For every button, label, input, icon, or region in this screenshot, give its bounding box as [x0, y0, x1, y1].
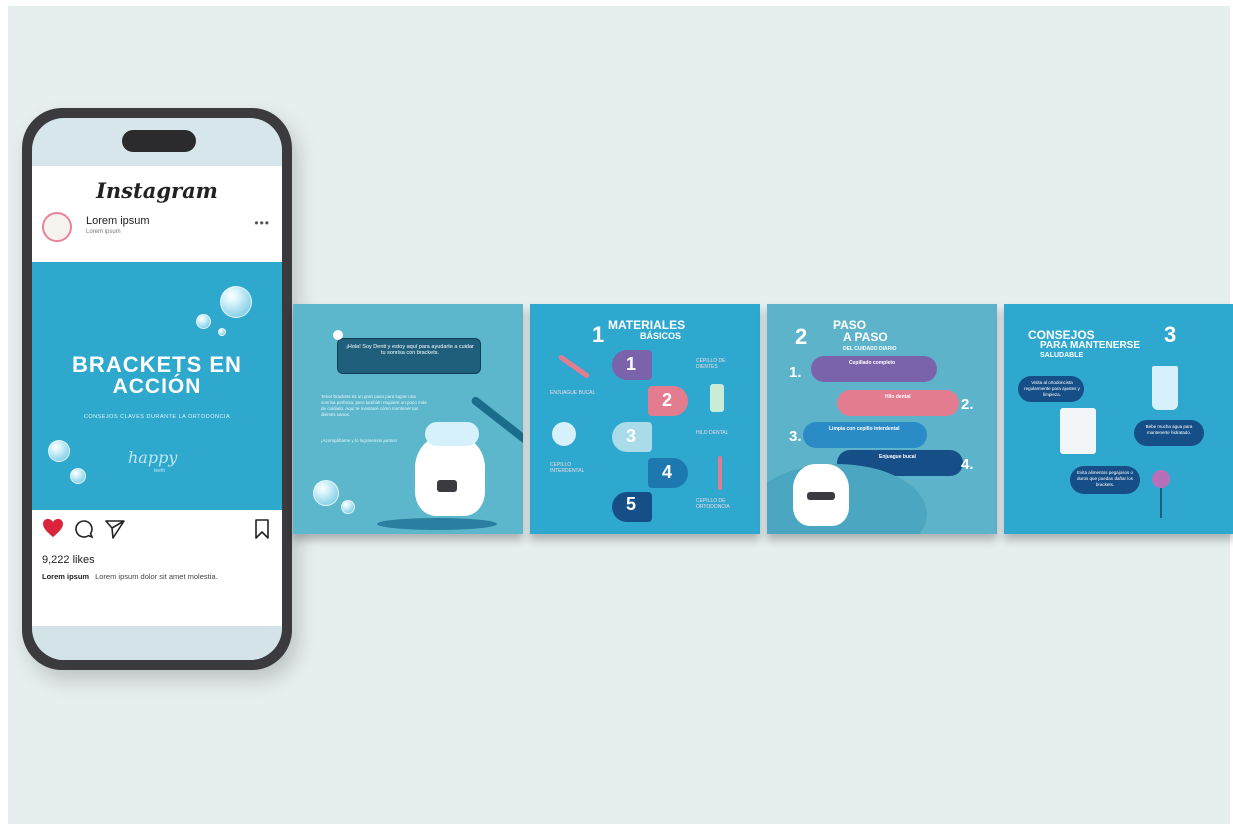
bubble-decoration — [48, 440, 70, 462]
step-title: Cepillado completo — [849, 360, 896, 366]
step-title: Enjuague bucal — [879, 454, 916, 460]
step-number: 5 — [626, 494, 637, 514]
step-title: Hilo dental — [885, 394, 911, 400]
carousel-slide-4[interactable]: CONSEJOS PARA MANTENERSE SALUDABLE 3 Vis… — [1004, 304, 1233, 534]
tip-text: Visita al ortodoncista regularmente para… — [1024, 380, 1080, 397]
tip-text: Evita alimentos pegajosos o duros que pu… — [1076, 470, 1134, 487]
step-number: 4. — [961, 456, 974, 473]
step-number: 3 — [626, 426, 637, 446]
caption-user[interactable]: Lorem ipsum — [42, 572, 89, 581]
post-title: BRACKETS EN ACCIÓN — [32, 354, 282, 398]
phone-mockup: Instagram Lorem ipsum Lorem ipsum ••• BR… — [22, 108, 292, 670]
brackets-icon — [437, 480, 457, 492]
post-subtitle: CONSEJOS CLAVES DURANTE LA ORTODONCIA — [83, 414, 231, 420]
post-header: Lorem ipsum Lorem ipsum ••• — [42, 212, 272, 246]
instagram-logo: Instagram — [96, 178, 218, 203]
section-number: 1 — [592, 322, 605, 347]
brand-logo: happy — [128, 448, 178, 467]
mini-tooth-icon — [333, 330, 343, 340]
clipboard-icon — [1060, 408, 1096, 454]
slide-subtitle: BÁSICOS — [640, 331, 682, 341]
phone-notch — [122, 130, 196, 152]
material-label: ENJUAGUE BUCAL — [550, 390, 596, 396]
material-label: HILO DENTAL — [696, 430, 729, 436]
send-icon[interactable] — [104, 519, 126, 539]
step-number: 3. — [789, 428, 802, 445]
post-image[interactable]: BRACKETS EN ACCIÓN CONSEJOS CLAVES DURAN… — [32, 262, 282, 510]
section-number: 2 — [795, 324, 808, 349]
speech-text: ¡Hola! Soy Denti y estoy aquí para ayuda… — [346, 344, 474, 356]
carousel-slide-1[interactable]: ¡Hola! Soy Denti y estoy aquí para ayuda… — [293, 304, 523, 534]
phone-bottom-area — [32, 626, 282, 660]
interdental-brush-icon — [718, 456, 722, 490]
slide-title: PARA MANTENERSE — [1040, 340, 1141, 351]
heart-icon[interactable] — [42, 518, 64, 538]
brackets-icon — [807, 492, 835, 500]
intro-footer: ¡Acompáñame y lo lograremos juntos! — [321, 438, 397, 443]
slide-title: MATERIALES — [608, 318, 686, 332]
bubble-decoration — [70, 468, 86, 484]
caption-text: Lorem ipsum dolor sit amet molestia. — [95, 572, 218, 581]
lollipop-stick — [1160, 488, 1162, 518]
slide-title: A PASO — [843, 330, 888, 344]
slide-subtitle: SALUDABLE — [1040, 352, 1084, 359]
carousel-slide-2[interactable]: 1 MATERIALES BÁSICOS 1 2 3 4 5 CEPILLO D… — [530, 304, 760, 534]
carousel-slide-3[interactable]: 2 PASO A PASO DEL CUIDADO DIARIO Cepilla… — [767, 304, 997, 534]
bubble-decoration — [218, 328, 226, 336]
profile-name[interactable]: Lorem ipsum — [86, 215, 150, 227]
water-glass-icon — [1152, 366, 1178, 410]
material-label: CEPILLO DE DIENTES — [696, 358, 726, 370]
material-label: CEPILLO INTERDENTAL — [550, 462, 585, 474]
slide-subtitle: DEL CUIDADO DIARIO — [843, 346, 897, 352]
phone-screen: Instagram Lorem ipsum Lorem ipsum ••• BR… — [32, 118, 282, 660]
floor-shadow — [377, 518, 497, 530]
step-number: 1 — [626, 354, 637, 374]
tooth-character — [415, 436, 485, 516]
floss-icon — [552, 422, 576, 446]
bubble-decoration — [196, 314, 211, 329]
tip-text: Bebe mucha agua para mantenerte hidratad… — [1145, 424, 1193, 435]
bubble-decoration — [341, 500, 355, 514]
comment-icon[interactable] — [74, 519, 94, 539]
post-caption: Lorem ipsum Lorem ipsum dolor sit amet mo… — [42, 572, 218, 581]
step-title: Limpia con cepillo interdental — [829, 426, 900, 432]
mockup-background: Instagram Lorem ipsum Lorem ipsum ••• BR… — [8, 6, 1233, 824]
toothbrush-icon — [557, 354, 591, 379]
step-number: 2. — [961, 396, 974, 413]
profile-subtitle: Lorem ipsum — [86, 229, 121, 235]
section-number: 3 — [1164, 322, 1177, 347]
lollipop-icon — [1152, 470, 1170, 488]
foam-icon — [425, 422, 479, 446]
avatar[interactable] — [42, 212, 72, 242]
bubble-decoration — [220, 286, 252, 318]
mouthwash-icon — [710, 384, 724, 412]
likes-count[interactable]: 9,222 likes — [42, 554, 95, 566]
step-number: 2 — [662, 390, 673, 410]
brand-logo-sub: teeth — [154, 468, 166, 474]
post-title-line1: BRACKETS EN — [72, 352, 242, 377]
step-number: 4 — [662, 462, 673, 482]
bookmark-icon[interactable] — [254, 519, 270, 539]
step-number: 1. — [789, 364, 802, 381]
intro-text: Tener brackets es un gran paso para logr… — [321, 394, 427, 417]
post-title-line2: ACCIÓN — [112, 375, 202, 398]
post-actions — [42, 518, 272, 540]
bubble-decoration — [313, 480, 339, 506]
more-options-icon[interactable]: ••• — [254, 216, 270, 230]
material-label: CEPILLO DE ORTODONCIA — [696, 498, 730, 510]
